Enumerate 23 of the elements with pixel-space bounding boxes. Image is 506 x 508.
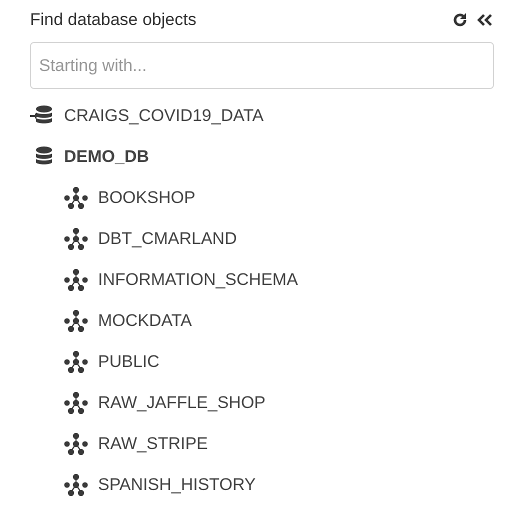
panel-title: Find database objects <box>30 10 196 30</box>
schema-icon <box>64 268 88 290</box>
tree-item[interactable]: PUBLIC <box>98 352 160 372</box>
tree-item[interactable]: RAW_STRIPE <box>98 434 208 454</box>
tree-item[interactable]: RAW_JAFFLE_SHOP <box>98 392 266 412</box>
tree-item[interactable]: INFORMATION_SCHEMA <box>98 270 298 290</box>
tree-item[interactable]: MOCKDATA <box>98 310 192 330</box>
shared-database-icon <box>30 104 54 126</box>
tree-item[interactable]: BOOKSHOP <box>98 188 196 208</box>
collapse-button[interactable] <box>476 12 494 28</box>
schema-icon <box>64 474 88 496</box>
schema-icon <box>64 432 88 454</box>
schema-icon <box>64 310 88 332</box>
tree-item[interactable]: CRAIGS_COVID19_DATA <box>64 106 264 126</box>
tree-item[interactable]: SPANISH_HISTORY <box>98 474 256 494</box>
search-field[interactable]: Starting with... <box>30 42 494 89</box>
tree-item[interactable]: DEMO_DB <box>64 146 150 166</box>
schema-icon <box>64 228 88 250</box>
refresh-button[interactable] <box>452 12 468 28</box>
schema-icon <box>64 350 88 372</box>
schema-icon <box>64 186 88 208</box>
tree-item[interactable]: DBT_CMARLAND <box>98 228 237 248</box>
schema-icon <box>64 392 88 414</box>
